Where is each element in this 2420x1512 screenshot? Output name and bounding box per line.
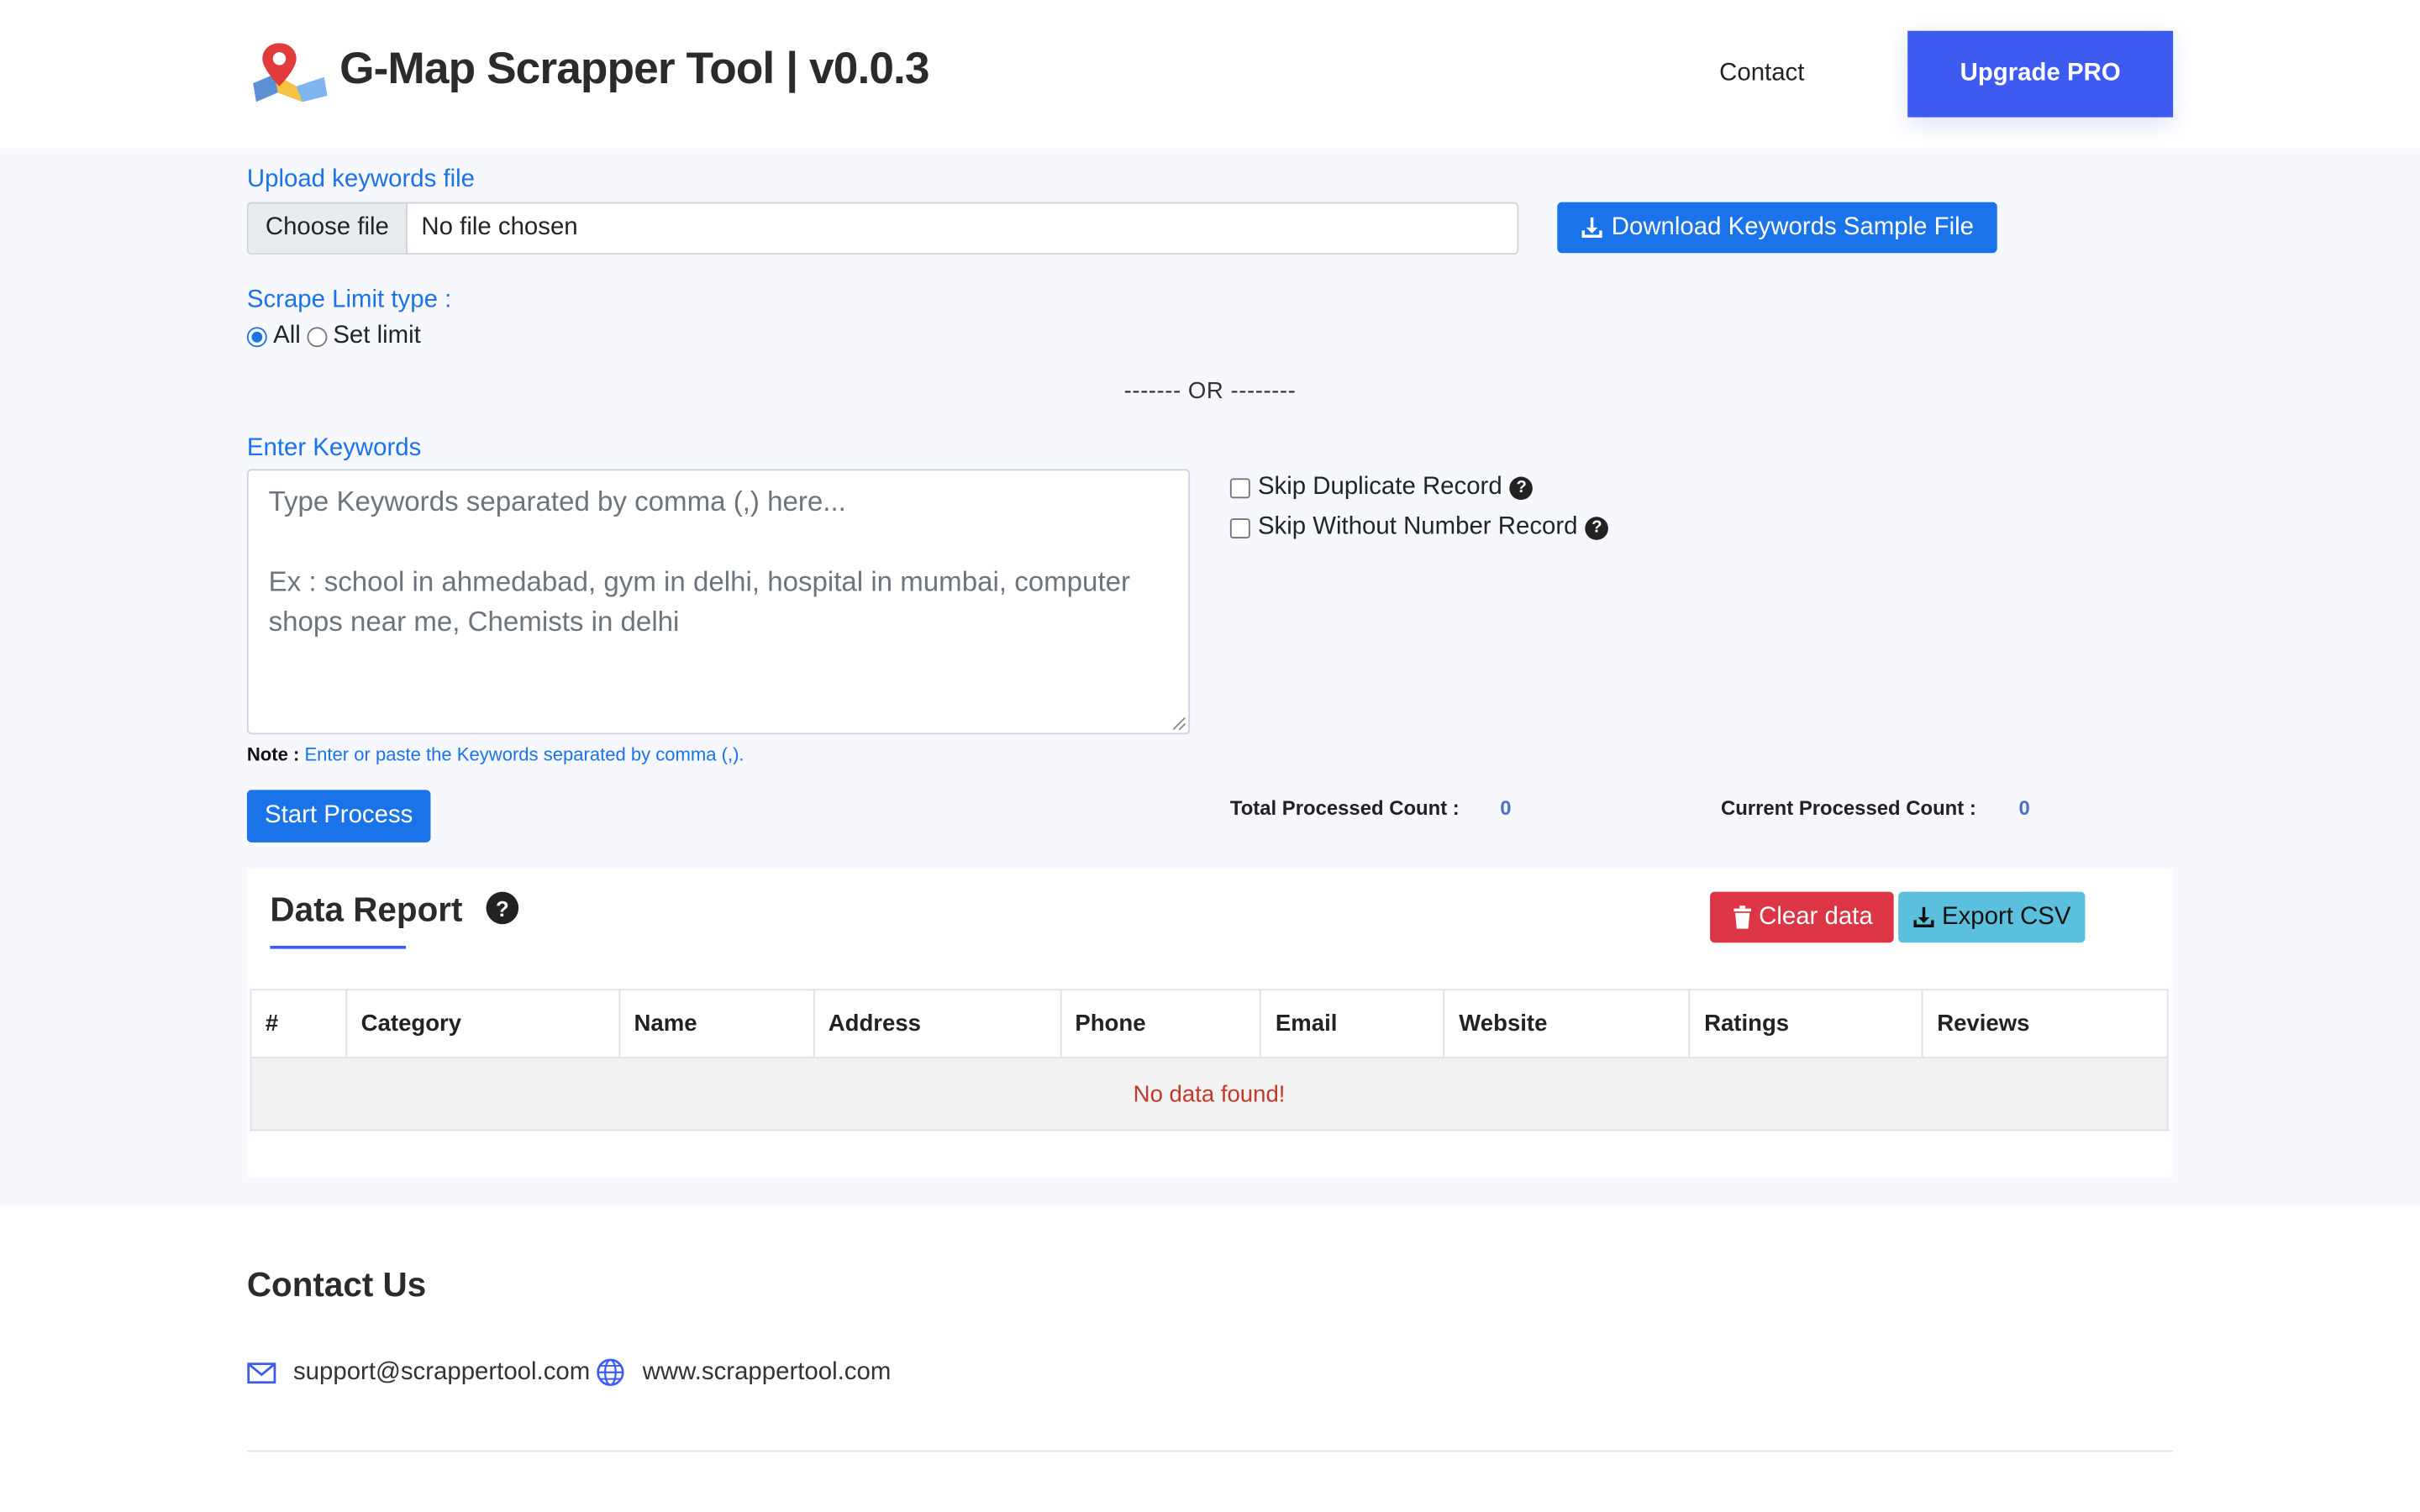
empty-table-message: No data found! [250, 1057, 2169, 1131]
nav-contact-link[interactable]: Contact [1719, 57, 1804, 91]
help-icon[interactable]: ? [1585, 516, 1609, 539]
skip-without-number-label: Skip Without Number Record [1257, 513, 1578, 540]
table-row: No data found! [250, 1057, 2169, 1131]
col-address: Address [813, 989, 1061, 1059]
scrape-limit-radio-group: All Set limit [246, 322, 421, 350]
skip-duplicate-label: Skip Duplicate Record [1257, 473, 1502, 501]
file-status-text: No file chosen [421, 214, 578, 241]
download-icon [1913, 906, 1934, 927]
skip-duplicate-option: Skip Duplicate Record ? [1229, 473, 1534, 501]
col-index: # [250, 989, 348, 1059]
keywords-textarea[interactable]: Type Keywords separated by comma (,) her… [246, 469, 1191, 735]
table-header-row: # Category Name Address Phone Email Webs… [250, 989, 2169, 1059]
globe-icon [597, 1358, 625, 1386]
note-prefix: Note : [246, 743, 300, 766]
skip-without-number-checkbox[interactable] [1229, 517, 1250, 538]
col-category: Category [345, 989, 620, 1059]
report-title: Data Report [270, 890, 463, 929]
app-title: G-Map Scrapper Tool | v0.0.3 [339, 45, 929, 95]
radio-set-limit[interactable] [307, 326, 327, 347]
report-title-underline [270, 945, 407, 949]
skip-without-number-option: Skip Without Number Record ? [1229, 513, 1609, 542]
note-text: Enter or paste the Keywords separated by… [304, 743, 744, 766]
keywords-file-input[interactable]: Choose file No file chosen [246, 202, 1519, 255]
or-separator: ------- OR -------- [1123, 378, 1297, 405]
upload-label: Upload keywords file [246, 166, 476, 193]
data-report-table: # Category Name Address Phone Email Webs… [250, 989, 2169, 1131]
col-website: Website [1443, 989, 1691, 1059]
contact-email-link[interactable]: support@scrappertool.com [293, 1358, 590, 1386]
current-count-value: 0 [2018, 795, 2030, 820]
contact-website-link[interactable]: www.scrappertool.com [643, 1358, 892, 1386]
total-count-value: 0 [1500, 795, 1512, 820]
top-header: G-Map Scrapper Tool | v0.0.3 Contact Upg… [0, 0, 2420, 149]
resize-grip-icon[interactable] [1172, 717, 1186, 730]
map-pin-logo-icon [253, 43, 328, 102]
clear-data-label: Clear data [1759, 903, 1873, 930]
contact-us-title: Contact Us [246, 1265, 427, 1305]
col-ratings: Ratings [1688, 989, 1923, 1059]
col-reviews: Reviews [1921, 989, 2169, 1059]
keywords-note: Note : Enter or paste the Keywords separ… [247, 741, 744, 769]
clear-data-button[interactable]: Clear data [1710, 891, 1894, 943]
col-phone: Phone [1059, 989, 1262, 1059]
mail-icon [247, 1362, 276, 1383]
export-csv-label: Export CSV [1941, 903, 2071, 930]
report-help-icon[interactable]: ? [486, 891, 519, 925]
col-email: Email [1260, 989, 1445, 1059]
radio-set-limit-label: Set limit [333, 322, 421, 349]
trash-icon [1733, 906, 1751, 929]
radio-all[interactable] [246, 326, 267, 347]
radio-all-label: All [273, 322, 301, 349]
footer-divider [246, 1450, 2174, 1452]
data-report-card: Data Report ? Clear data Export CSV # Ca… [246, 869, 2174, 1178]
enter-keywords-label: Enter Keywords [246, 434, 422, 462]
upgrade-pro-button[interactable]: Upgrade PRO [1907, 30, 2174, 118]
help-icon[interactable]: ? [1509, 475, 1534, 500]
scrape-limit-label: Scrape Limit type : [246, 286, 452, 313]
col-name: Name [618, 989, 815, 1059]
download-sample-label: Download Keywords Sample File [1611, 213, 1974, 240]
skip-duplicate-checkbox[interactable] [1229, 477, 1250, 498]
export-csv-button[interactable]: Export CSV [1898, 891, 2086, 943]
choose-file-button[interactable]: Choose file [248, 203, 408, 254]
current-count-label: Current Processed Count : [1720, 795, 1976, 820]
total-count-label: Total Processed Count : [1229, 795, 1460, 820]
download-sample-button[interactable]: Download Keywords Sample File [1557, 202, 1997, 254]
download-icon [1581, 217, 1602, 238]
start-process-button[interactable]: Start Process [246, 790, 431, 843]
contact-links: support@scrappertool.com www.scrappertoo… [247, 1357, 891, 1387]
